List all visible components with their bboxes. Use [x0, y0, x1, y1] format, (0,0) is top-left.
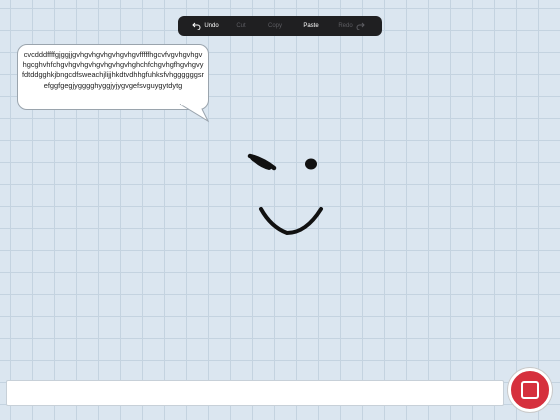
- paste-label: Paste: [303, 23, 319, 29]
- speech-bubble-text: cvcdddffffgjggjjgvhgvhgvhgvhgvhgvfffffhg…: [22, 50, 205, 90]
- redo-button[interactable]: Redo: [328, 16, 378, 36]
- redo-label: Redo: [338, 23, 353, 29]
- copy-label: Copy: [267, 23, 282, 29]
- checkmark-box-icon: [521, 381, 539, 399]
- undo-arrow-icon: [192, 22, 201, 30]
- open-eye: [305, 158, 317, 170]
- undo-label: Undo: [204, 23, 219, 29]
- copy-button[interactable]: Copy: [256, 16, 294, 36]
- redo-arrow-icon: [356, 22, 365, 30]
- speech-bubble: cvcdddffffgjggjjgvhgvhgvhgvhgvhgvfffffhg…: [17, 44, 209, 110]
- paste-button[interactable]: Paste: [294, 16, 328, 36]
- edit-toolbar: Undo Cut Copy Paste Redo: [178, 16, 382, 36]
- speech-bubble-tail: [179, 104, 210, 123]
- cut-button[interactable]: Cut: [226, 16, 256, 36]
- submit-answer-button[interactable]: [508, 368, 552, 412]
- answer-input[interactable]: [6, 380, 504, 406]
- smile-mouth: [259, 207, 323, 236]
- undo-button[interactable]: Undo: [182, 16, 226, 36]
- face-sprite[interactable]: [240, 145, 330, 240]
- cut-label: Cut: [236, 23, 246, 29]
